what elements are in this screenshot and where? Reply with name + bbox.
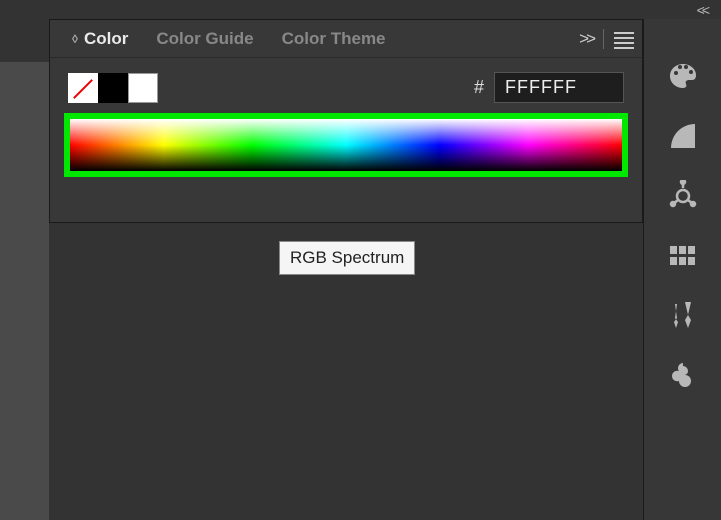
expand-chevrons-icon[interactable]: >>	[579, 29, 593, 49]
recolor-icon[interactable]	[664, 177, 702, 215]
swatch-white[interactable]	[128, 73, 158, 103]
tooltip: RGB Spectrum	[279, 241, 415, 275]
color-panel: ◊ Color Color Guide Color Theme >> #	[49, 19, 643, 223]
tab-color-themes[interactable]: Color Theme	[268, 20, 400, 58]
color-guide-wedge-icon[interactable]	[664, 117, 702, 155]
fill-stroke-swatches	[68, 73, 158, 103]
tab-toggle-icon: ◊	[72, 32, 78, 46]
swatch-none[interactable]	[68, 73, 98, 103]
collapse-chevrons-icon[interactable]: <<	[697, 2, 707, 18]
panel-menu-icon[interactable]	[614, 32, 634, 46]
tab-color-guide[interactable]: Color Guide	[142, 20, 267, 58]
panel-tabs: ◊ Color Color Guide Color Theme >>	[50, 20, 642, 58]
divider	[603, 29, 604, 49]
brushes-icon[interactable]	[664, 297, 702, 335]
tooltip-text: RGB Spectrum	[290, 248, 404, 267]
tab-label: Color	[84, 29, 128, 49]
color-controls-row: #	[50, 58, 642, 113]
tab-label: Color Theme	[282, 29, 386, 49]
tab-label: Color Guide	[156, 29, 253, 49]
hex-hash: #	[474, 77, 484, 98]
canvas-edge	[0, 62, 49, 520]
palette-icon[interactable]	[664, 57, 702, 95]
swatch-black[interactable]	[98, 73, 128, 103]
swatches-icon[interactable]	[664, 237, 702, 275]
rgb-spectrum[interactable]	[70, 119, 622, 171]
right-dock	[643, 19, 721, 520]
hex-input[interactable]	[494, 72, 624, 103]
symbols-icon[interactable]	[664, 357, 702, 395]
spectrum-highlight	[64, 113, 628, 177]
tab-color[interactable]: ◊ Color	[58, 20, 142, 58]
